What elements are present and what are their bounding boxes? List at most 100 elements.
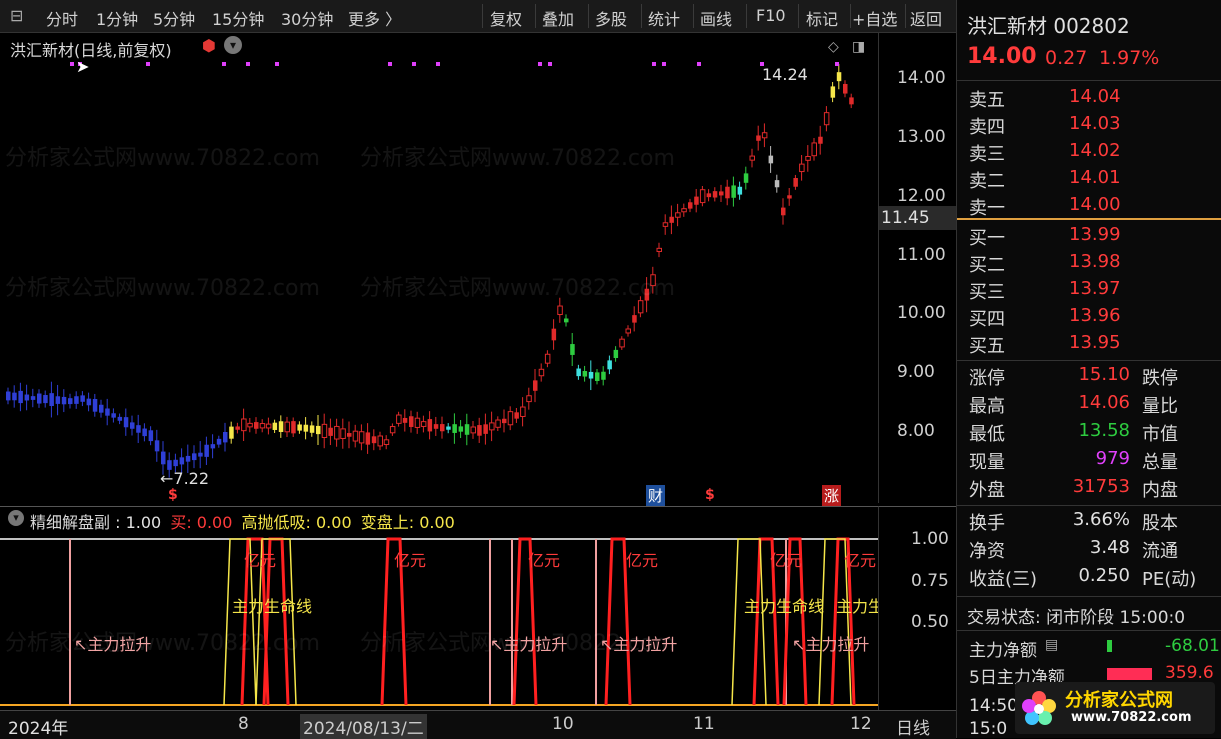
add-watchlist-button[interactable]: +自选 xyxy=(852,6,897,30)
bid-label: 买四 xyxy=(969,309,1005,330)
ask-row[interactable]: 卖三 14.02 xyxy=(957,140,1221,167)
ask-label: 卖一 xyxy=(969,198,1005,219)
diamond-icon[interactable]: ◇ xyxy=(828,39,839,55)
candle-body xyxy=(414,417,421,428)
net5-bar xyxy=(1107,668,1152,680)
f10-button[interactable]: F10 xyxy=(756,6,786,25)
candle-body xyxy=(688,202,693,209)
stat-value: 14.06 xyxy=(1078,392,1130,413)
marker-limit-up[interactable]: 涨 xyxy=(822,485,842,506)
candle-body xyxy=(781,207,786,216)
bid-label: 买三 xyxy=(969,282,1005,303)
candle-body xyxy=(607,360,612,370)
bid-row[interactable]: 买二 13.98 xyxy=(957,251,1221,278)
ask-row[interactable]: 卖四 14.03 xyxy=(957,113,1221,140)
bid-row[interactable]: 买三 13.97 xyxy=(957,278,1221,305)
bid-row[interactable]: 买一 13.99 xyxy=(957,224,1221,251)
candle-body xyxy=(278,421,284,432)
candle-body xyxy=(334,425,340,440)
trade-status: 交易状态: 闭市阶段 15:00:0 xyxy=(967,608,1186,628)
spread-divider xyxy=(957,218,1221,220)
candle-body xyxy=(625,328,631,334)
tab-fenshi[interactable]: 分时 xyxy=(46,6,78,30)
candle-body xyxy=(92,398,98,412)
stat-label: 量比 xyxy=(1142,396,1178,417)
indicator-panel[interactable]: ▾ 精细解盘副 : 1.00 买: 0.00 高抛低吸: 0.00 变盘上: 0… xyxy=(0,506,878,711)
bid-price: 13.98 xyxy=(1069,251,1121,272)
fin-label: 股本 xyxy=(1142,513,1178,534)
candle-body xyxy=(452,424,457,433)
candle-body xyxy=(761,132,768,139)
ask-row[interactable]: 卖五 14.04 xyxy=(957,86,1221,113)
chevron-down-icon[interactable]: ▾ xyxy=(8,510,24,526)
ask-price: 14.01 xyxy=(1069,167,1121,188)
overlay-button[interactable]: 叠加 xyxy=(542,6,574,30)
hexagon-icon: ⬢ xyxy=(202,36,216,55)
ask-price: 14.02 xyxy=(1069,140,1121,161)
candle-body xyxy=(464,424,470,435)
stats-button[interactable]: 统计 xyxy=(648,6,680,30)
tab-1min[interactable]: 1分钟 xyxy=(96,6,138,30)
indicator-title: 精细解盘副 xyxy=(30,513,111,532)
candle-body xyxy=(210,444,216,449)
fuquan-button[interactable]: 复权 xyxy=(490,6,522,30)
menu-icon[interactable]: ⊟ xyxy=(10,6,23,25)
candle-body xyxy=(328,427,333,436)
candle-body xyxy=(136,425,141,433)
candle-body xyxy=(396,414,402,424)
back-button[interactable]: 返回 xyxy=(910,6,942,30)
candle-body xyxy=(358,431,365,444)
ask-row[interactable]: 卖二 14.01 xyxy=(957,167,1221,194)
indicator-axis: 1.00 0.75 0.50 xyxy=(878,506,957,711)
tab-5min[interactable]: 5分钟 xyxy=(153,6,195,30)
stat-row: 最低 13.58 市值 xyxy=(957,420,1221,447)
tab-30min[interactable]: 30分钟 xyxy=(281,6,333,30)
list-icon[interactable]: ▤ xyxy=(1045,637,1058,653)
logo-text: 分析家公式网 xyxy=(1065,690,1173,711)
stat-row: 现量 979 总量 xyxy=(957,448,1221,475)
marker-dollar-2[interactable]: $ xyxy=(705,487,715,503)
mouse-cursor-icon: ➤ xyxy=(76,57,90,76)
candle-body xyxy=(389,426,396,434)
candlestick-chart[interactable]: 洪汇新材(日线,前复权) ⬢ ▾ ◇ ◨ ➤ 14.24 ←7.22 $ 财 $… xyxy=(0,33,878,506)
candle-body xyxy=(247,422,253,428)
fin-row: 净资 3.48 流通 xyxy=(957,537,1221,564)
indicator-header: 精细解盘副 : 1.00 买: 0.00 高抛低吸: 0.00 变盘上: 0.0… xyxy=(30,509,455,533)
candle-body xyxy=(12,392,17,401)
marker-dollar-1[interactable]: $ xyxy=(168,487,178,503)
indicator-tick: 0.50 xyxy=(911,612,949,632)
tab-15min[interactable]: 15分钟 xyxy=(212,6,264,30)
period-label[interactable]: 日线 xyxy=(896,714,930,739)
net5-value: 359.6 xyxy=(1165,663,1214,683)
candle-body xyxy=(123,417,129,428)
candle-body xyxy=(637,300,644,314)
candle-body xyxy=(644,288,650,301)
candle-body xyxy=(507,411,514,426)
candle-body xyxy=(582,371,588,377)
yellow-spike xyxy=(731,538,767,706)
multi-stock-button[interactable]: 多股 xyxy=(595,6,627,30)
candle-body xyxy=(576,368,581,377)
bid-label: 买一 xyxy=(969,228,1005,249)
candle-body xyxy=(198,452,203,457)
bid-row[interactable]: 买四 13.96 xyxy=(957,305,1221,332)
signal-dot xyxy=(146,62,150,66)
panel-toggle-icon[interactable]: ◨ xyxy=(852,39,865,55)
candle-body xyxy=(719,191,724,196)
tab-more[interactable]: 更多 〉 xyxy=(348,6,401,30)
bid-row[interactable]: 买五 13.95 xyxy=(957,332,1221,359)
ask-row[interactable]: 卖一 14.00 xyxy=(957,194,1221,221)
candle-body xyxy=(216,438,222,445)
candle-body xyxy=(712,191,718,198)
marker-finance[interactable]: 财 xyxy=(646,485,666,506)
candle-body xyxy=(111,413,116,418)
signal-dot xyxy=(388,62,392,66)
draw-button[interactable]: 画线 xyxy=(700,6,732,30)
chevron-down-icon[interactable]: ▾ xyxy=(224,36,242,54)
mark-button[interactable]: 标记 xyxy=(806,6,838,30)
stat-label: 现量 xyxy=(969,452,1005,473)
signal-dot xyxy=(70,62,74,66)
candle-body xyxy=(836,72,842,82)
candle-body xyxy=(495,419,501,428)
candle-body xyxy=(502,418,507,424)
